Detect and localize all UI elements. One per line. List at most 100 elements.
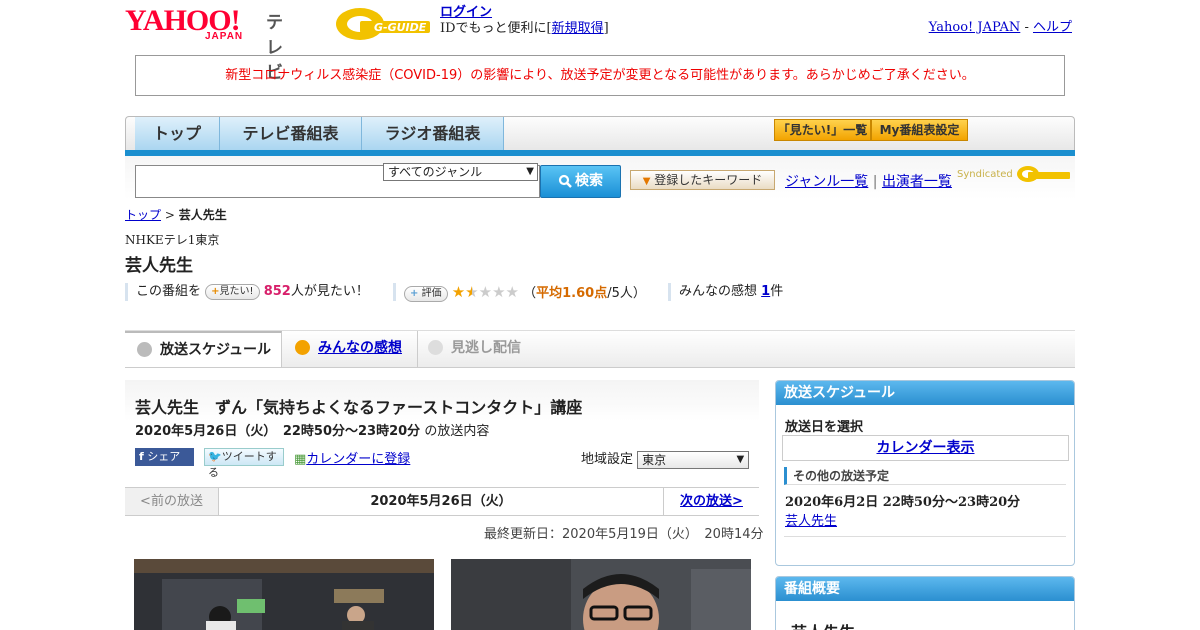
- summary-program-title: 芸人先生: [791, 619, 855, 630]
- region-setting: 地域設定 東京 ▼: [581, 448, 750, 469]
- facebook-share-label: シェア: [147, 450, 181, 463]
- login-link[interactable]: ログイン: [440, 5, 492, 20]
- cast-list-link[interactable]: 出演者一覧: [882, 174, 952, 190]
- star-half-icon: ★: [465, 283, 479, 301]
- yahoo-japan-link[interactable]: Yahoo! JAPAN: [929, 20, 1021, 35]
- sidebar-schedule-header: 放送スケジュール: [776, 381, 1074, 405]
- search-area: すべてのジャンル ▼ 検索 ▼ 登録したキーワード ジャンル一覧 | 出演者一覧…: [125, 156, 1075, 200]
- genre-list-link[interactable]: ジャンル一覧: [785, 174, 868, 190]
- chevron-down-icon: [137, 341, 152, 357]
- calendar-register: ▦カレンダーに登録: [294, 448, 410, 467]
- star-full-icon: ★: [451, 283, 466, 301]
- gguide-logo-graphic: G-GUIDE: [336, 8, 430, 40]
- date-navigation: <前の放送 2020年5月26日（火） 次の放送>: [125, 487, 759, 516]
- want-count: 852: [263, 284, 291, 299]
- tab-schedule-label: 放送スケジュール: [160, 342, 272, 358]
- search-button-label: 検索: [575, 173, 603, 189]
- region-value: 東京: [642, 452, 667, 467]
- other-broadcast-datetime: 2020年6月2日 22時50分～23時20分: [785, 495, 1021, 510]
- tweet-button[interactable]: 🐦ツイートする: [204, 448, 284, 479]
- rating-stars: ★★★★★: [451, 283, 519, 301]
- facebook-icon: f: [139, 450, 144, 463]
- triangle-down-icon: ▼: [642, 176, 651, 187]
- next-broadcast-link[interactable]: 次の放送>: [680, 494, 743, 509]
- breadcrumb-top-link[interactable]: トップ: [125, 208, 161, 222]
- episode-photo-1: [134, 559, 434, 630]
- chevron-down-icon: ▼: [736, 453, 745, 465]
- tab-impressions-label: みんなの感想: [318, 340, 402, 356]
- other-broadcast-link[interactable]: 芸人先生: [785, 514, 837, 529]
- gguide-logo-text: G-GUIDE: [374, 21, 427, 34]
- yahoo-tv-logo[interactable]: YAHOO! JAPAN テレビ: [125, 6, 283, 84]
- tab-schedule[interactable]: 放送スケジュール: [125, 331, 282, 367]
- want-prefix: この番組を: [136, 284, 202, 299]
- sidebar-schedule-box: 放送スケジュール 放送日を選択 カレンダー表示 その他の放送予定 2020年6月…: [775, 380, 1075, 566]
- calendar-view-link[interactable]: カレンダー表示: [877, 440, 975, 456]
- star-empty-icon: ★: [492, 283, 506, 301]
- rate-button[interactable]: + 評価: [404, 285, 448, 302]
- want-to-watch-button[interactable]: +見たい!: [205, 283, 260, 300]
- play-icon: [428, 339, 443, 355]
- help-link[interactable]: ヘルプ: [1033, 20, 1072, 35]
- rating-average: 平均1.60点: [536, 286, 608, 301]
- impressions-suffix: 件: [770, 284, 784, 299]
- impressions-count-link[interactable]: 1: [761, 284, 770, 299]
- breadcrumb-current: 芸人先生: [178, 208, 227, 222]
- registered-keyword-button[interactable]: ▼ 登録したキーワード: [630, 170, 775, 190]
- rating-count: /5人）: [607, 286, 646, 301]
- nav-tab-tv-schedule[interactable]: テレビ番組表: [220, 117, 362, 151]
- breadcrumb-separator: >: [164, 208, 175, 222]
- chevron-down-icon: ▼: [526, 166, 534, 177]
- episode-datetime-suffix: の放送内容: [424, 424, 490, 439]
- plus-icon: +: [211, 285, 220, 297]
- episode-datetime: 2020年5月26日（火） 22時50分～23時20分: [135, 424, 421, 439]
- main-nav: トップ テレビ番組表 ラジオ番組表 「見たい!」一覧 My番組表設定: [125, 116, 1075, 152]
- last-updated: 最終更新日：2020年5月19日（火） 20時14分: [484, 527, 764, 542]
- gguide-logo[interactable]: G-GUIDE: [334, 6, 434, 42]
- login-box: ログイン IDでもっと便利に[新規取得]: [440, 5, 609, 37]
- other-broadcasts-heading: その他の放送予定: [784, 467, 1066, 485]
- nav-tab-radio-schedule[interactable]: ラジオ番組表: [362, 117, 504, 151]
- calendar-view-button[interactable]: カレンダー表示: [782, 435, 1069, 461]
- studio-scene-image: [134, 559, 434, 630]
- syndicated-gguide-logo: Syndicated: [957, 164, 1072, 184]
- search-button[interactable]: 検索: [540, 165, 621, 198]
- rating-open-paren: （: [523, 286, 537, 301]
- prev-broadcast-button[interactable]: <前の放送: [125, 488, 219, 515]
- registered-keyword-label: 登録したキーワード: [654, 173, 763, 187]
- genre-select-value: すべてのジャンル: [388, 165, 483, 179]
- register-link[interactable]: 新規取得: [552, 21, 604, 36]
- program-title: 芸人先生: [125, 256, 193, 276]
- impressions-segment: みんなの感想 1件: [668, 283, 783, 301]
- want-to-watch-segment: この番組を +見たい! 852人が見たい！: [125, 283, 369, 301]
- star-empty-icon: ★: [478, 283, 493, 301]
- tab-impressions[interactable]: みんなの感想: [295, 331, 402, 367]
- episode-photo-2: [451, 559, 751, 630]
- want-suffix: 人が見たい！: [290, 284, 369, 299]
- plus-icon: +: [410, 287, 419, 299]
- covid-notice: 新型コロナウィルス感染症（COVID-19）の影響により、放送予定が変更となる可…: [135, 55, 1065, 96]
- twitter-bird-icon: 🐦: [208, 450, 222, 463]
- region-label: 地域設定: [581, 452, 634, 467]
- tab-vod[interactable]: 見逃し配信: [417, 331, 521, 367]
- sidebar-divider: [784, 536, 1066, 537]
- station-name: NHKEテレ1東京: [125, 233, 220, 247]
- calendar-register-link[interactable]: カレンダーに登録: [306, 452, 410, 467]
- rate-button-label: 評価: [421, 287, 442, 299]
- search-links: ジャンル一覧 | 出演者一覧: [785, 171, 952, 191]
- next-broadcast-button[interactable]: 次の放送>: [663, 488, 759, 515]
- link-separator: |: [872, 174, 878, 190]
- want-button-label: 見たい!: [219, 285, 254, 297]
- my-schedule-settings-button[interactable]: My番組表設定: [871, 119, 968, 141]
- region-select[interactable]: 東京 ▼: [637, 450, 750, 469]
- syndicated-text: Syndicated: [957, 169, 1013, 180]
- facebook-share-button[interactable]: f シェア: [135, 448, 194, 466]
- rating-segment: + 評価 ★★★★★ （平均1.60点/5人）: [393, 283, 646, 302]
- nav-tab-top[interactable]: トップ: [135, 117, 220, 151]
- genre-select[interactable]: すべてのジャンル ▼: [383, 163, 538, 181]
- top-right-links: Yahoo! JAPAN - ヘルプ: [929, 16, 1072, 35]
- sidebar-summary-header: 番組概要: [776, 577, 1074, 601]
- program-tabs: 放送スケジュール みんなの感想 見逃し配信: [125, 330, 1075, 368]
- mitai-list-button[interactable]: 「見たい!」一覧: [774, 119, 871, 141]
- episode-datetime-row: 2020年5月26日（火） 22時50分～23時20分 の放送内容: [135, 420, 489, 439]
